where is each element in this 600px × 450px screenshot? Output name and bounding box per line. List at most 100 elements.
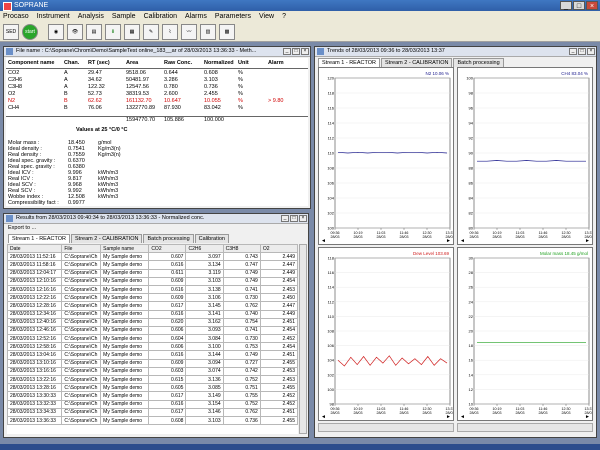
table-row[interactable]: 28/03/2013 11:52:16 C:\Soprane\Ch My Sampl…: [7, 252, 298, 262]
table-row[interactable]: 28/03/2013 12:22:16 C:\Soprane\Ch My Sampl…: [7, 293, 298, 303]
start-button[interactable]: start: [22, 24, 38, 40]
tab-stream2[interactable]: Stream 2 - CALIBRATION: [71, 234, 143, 243]
menu-parameters[interactable]: Parameters: [215, 11, 251, 22]
column-header[interactable]: Sample name: [100, 244, 150, 254]
tab-batch[interactable]: Batch processing: [143, 234, 194, 243]
y-tick-label: 116: [328, 106, 335, 111]
menu-view[interactable]: View: [259, 11, 274, 22]
table-row[interactable]: 28/03/2013 12:52:16 C:\Soprane\Ch My Sampl…: [7, 334, 298, 344]
close-icon[interactable]: ×: [587, 48, 595, 55]
y-tick-label: 12: [469, 387, 474, 392]
minimize-icon[interactable]: _: [560, 1, 572, 10]
table-row[interactable]: 28/03/2013 13:16:16 C:\Soprane\Ch My Sampl…: [7, 366, 298, 377]
download-icon[interactable]: ⬇: [105, 24, 121, 40]
table-cell: 0.749: [222, 350, 261, 360]
maximize-icon[interactable]: □: [292, 48, 300, 55]
menu-procaso[interactable]: Procaso: [3, 11, 29, 22]
column-header[interactable]: File: [61, 244, 102, 254]
edit-icon[interactable]: ✎: [143, 24, 159, 40]
table-header-row: Date File Sample name CO2 C2H6 C3H8 O2: [7, 244, 298, 254]
chart-title: N2 10.06 %: [425, 71, 449, 76]
maximize-icon[interactable]: □: [290, 215, 298, 222]
table-cell: C:\Soprane\Ch: [61, 399, 102, 409]
table-row[interactable]: 28/03/2013 12:46:16 C:\Soprane\Ch My Sampl…: [7, 325, 298, 336]
menu-help[interactable]: ?: [282, 11, 286, 22]
table-row[interactable]: 28/03/2013 13:28:16 C:\Soprane\Ch My Sampl…: [7, 383, 298, 393]
x-tick-label: 11:03 28/03: [516, 407, 525, 415]
table-cell: 0.616: [148, 399, 187, 409]
tab-stream2[interactable]: Stream 2 - CALIBRATION: [381, 58, 453, 67]
property-label: Compressibility fact :: [8, 200, 59, 206]
table-row[interactable]: 28/03/2013 11:58:16 C:\Soprane\Ch My Sampl…: [7, 260, 298, 270]
column-header[interactable]: O2: [259, 244, 298, 254]
values-heading: Values at 25 °C/0 °C: [76, 127, 128, 133]
trend-scrollbar-right[interactable]: [457, 423, 593, 432]
table-row[interactable]: 28/03/2013 12:28:16 C:\Soprane\Ch My Sampl…: [7, 301, 298, 311]
column-header[interactable]: Date: [7, 244, 63, 254]
close-icon[interactable]: ×: [301, 48, 309, 55]
file-window-title: File name : C:\Soprane\Chrom\Demo\Sample…: [16, 48, 257, 54]
minimize-icon[interactable]: _: [283, 48, 291, 55]
scroll-left-icon[interactable]: ◄: [321, 414, 326, 420]
tab-stream1[interactable]: Stream 1 - REACTOR: [8, 234, 70, 243]
column-header[interactable]: C3H8: [222, 244, 261, 254]
table-row[interactable]: 28/03/2013 12:04:17 C:\Soprane\Ch My Sampl…: [7, 268, 298, 278]
tab-batch[interactable]: Batch processing: [453, 58, 504, 67]
chromatogram-icon[interactable]: ⌇: [162, 24, 178, 40]
maximize-icon[interactable]: □: [578, 48, 586, 55]
export-to-link[interactable]: Export to ...: [8, 225, 36, 231]
table-row[interactable]: 28/03/2013 13:04:16 C:\Soprane\Ch My Sampl…: [7, 350, 298, 360]
trend-icon[interactable]: 〰: [181, 24, 197, 40]
tab-stream1[interactable]: Stream 1 - REACTOR: [318, 58, 380, 67]
table-row[interactable]: 28/03/2013 12:58:16 C:\Soprane\Ch My Sampl…: [7, 342, 298, 352]
scroll-right-icon[interactable]: ►: [446, 238, 451, 244]
component-cell: A: [64, 77, 68, 83]
table-row[interactable]: 28/03/2013 12:10:16 C:\Soprane\Ch My Sampl…: [7, 276, 298, 286]
scroll-right-icon[interactable]: ►: [585, 238, 590, 244]
report-icon[interactable]: ▤: [86, 24, 102, 40]
scroll-right-icon[interactable]: ►: [446, 414, 451, 420]
table-row[interactable]: 28/03/2013 13:32:33 C:\Soprane\Ch My Sampl…: [7, 399, 298, 409]
minimize-icon[interactable]: _: [569, 48, 577, 55]
menu-calibration[interactable]: Calibration: [144, 11, 177, 22]
scroll-left-icon[interactable]: ◄: [321, 238, 326, 244]
table-cell: 0.762: [222, 407, 261, 417]
column-header: RT (sec): [88, 60, 110, 66]
table-row[interactable]: 28/03/2013 13:34:33 C:\Soprane\Ch My Sampl…: [7, 407, 298, 417]
table-row[interactable]: 28/03/2013 13:30:33 C:\Soprane\Ch My Sampl…: [7, 391, 298, 401]
menu-analysis[interactable]: Analysis: [78, 11, 104, 22]
scroll-left-icon[interactable]: ◄: [460, 414, 465, 420]
chart-icon[interactable]: ▩: [219, 24, 235, 40]
eye-icon[interactable]: 👁: [67, 24, 83, 40]
menu-sample[interactable]: Sample: [112, 11, 136, 22]
component-cell: 10.055: [204, 98, 221, 104]
close-icon[interactable]: ×: [586, 1, 598, 10]
scroll-left-icon[interactable]: ◄: [460, 238, 465, 244]
table-row[interactable]: 28/03/2013 12:40:16 C:\Soprane\Ch My Sampl…: [7, 317, 298, 327]
minimize-icon[interactable]: _: [281, 215, 289, 222]
table-row[interactable]: 28/03/2013 13:36:33 C:\Soprane\Ch My Sampl…: [7, 415, 298, 426]
tab-calibration[interactable]: Calibration: [194, 234, 229, 243]
table-row[interactable]: 28/03/2013 13:10:16 C:\Soprane\Ch My Sampl…: [7, 358, 298, 368]
monitor-icon[interactable]: ◉: [48, 24, 64, 40]
table-icon[interactable]: ▥: [200, 24, 216, 40]
results-scrollbar[interactable]: [299, 244, 307, 434]
menu-instrument[interactable]: Instrument: [37, 11, 70, 22]
menu-alarms[interactable]: Alarms: [185, 11, 207, 22]
table-row[interactable]: 28/03/2013 13:22:16 C:\Soprane\Ch My Sampl…: [7, 374, 298, 385]
scroll-right-icon[interactable]: ►: [585, 414, 590, 420]
table-cell: My Sample demo: [100, 325, 150, 336]
table-row[interactable]: 28/03/2013 12:34:16 C:\Soprane\Ch My Sampl…: [7, 309, 298, 319]
close-icon[interactable]: ×: [299, 215, 307, 222]
y-tick-label: 106: [327, 181, 334, 186]
column-header[interactable]: C2H6: [185, 244, 224, 254]
column-header[interactable]: CO2: [148, 244, 187, 254]
table-row[interactable]: 28/03/2013 12:16:16 C:\Soprane\Ch My Sampl…: [7, 284, 298, 295]
trend-scrollbar-left[interactable]: [318, 423, 454, 432]
component-table-header: Component name Chan. RT (sec) Area Raw Conc.…: [6, 60, 308, 69]
sed-button[interactable]: SED: [3, 24, 19, 40]
document-icon[interactable]: ▦: [124, 24, 140, 40]
table-cell: 0.616: [148, 260, 187, 270]
maximize-icon[interactable]: □: [573, 1, 585, 10]
component-cell: 122.32: [88, 84, 105, 90]
